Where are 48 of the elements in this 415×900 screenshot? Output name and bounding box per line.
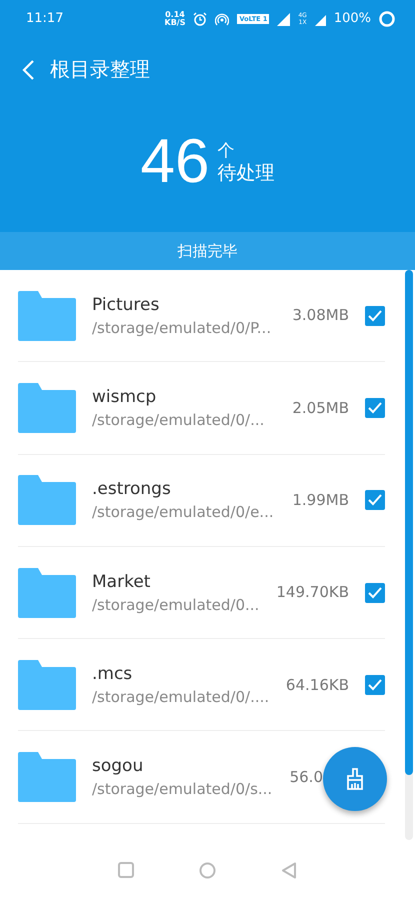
scrollbar[interactable]	[405, 270, 413, 840]
folder-path: /storage/emulated/0/e...	[92, 502, 275, 524]
folder-path: /storage/emulated/0/s...	[92, 779, 274, 800]
clock: 11:17	[26, 10, 64, 28]
alarm-icon	[193, 12, 208, 26]
page-title: 根目录整理	[50, 56, 150, 83]
checkbox[interactable]	[365, 490, 385, 510]
network-speed: 0.14 KB/S	[164, 11, 186, 27]
pending-label: 待处理	[217, 162, 274, 184]
folder-path: /storage/emulated/0...	[92, 594, 260, 616]
battery-percent: 100%	[334, 10, 371, 28]
count-unit: 个	[217, 140, 236, 162]
folder-icon	[18, 290, 76, 341]
folder-path: /storage/emulated/0/....	[92, 686, 270, 708]
folder-name: sogou	[92, 755, 144, 778]
folder-size: 64.16KB	[286, 674, 349, 696]
checkbox[interactable]	[365, 306, 385, 326]
folder-name: .mcs	[92, 662, 134, 686]
folder-size: 1.99MB	[292, 490, 349, 511]
home-button[interactable]	[199, 862, 216, 878]
hotspot-icon	[215, 12, 230, 26]
folder-icon	[18, 660, 76, 710]
folder-size: 149.70KB	[276, 582, 349, 604]
folder-icon	[18, 382, 76, 433]
recents-button[interactable]	[118, 862, 134, 878]
back-nav-button[interactable]	[281, 862, 297, 878]
folder-name: .estrongs	[92, 478, 172, 502]
folder-size: 56.0	[290, 766, 323, 788]
battery-icon	[379, 11, 395, 27]
signal-icon	[277, 12, 290, 26]
folder-path: /storage/emulated/0/...	[92, 410, 266, 431]
folder-name: wismcp	[92, 386, 158, 409]
folder-icon	[18, 475, 76, 526]
checkbox[interactable]	[365, 398, 385, 418]
folder-name: Market	[92, 570, 152, 594]
checkbox[interactable]	[365, 582, 385, 603]
checkbox[interactable]	[365, 674, 385, 695]
folder-icon	[18, 568, 76, 618]
folder-path: /storage/emulated/0/P...	[92, 318, 272, 339]
folder-size: 3.08MB	[292, 305, 349, 326]
pending-count: 46	[140, 131, 210, 193]
folder-size: 2.05MB	[292, 398, 349, 419]
folder-icon	[18, 752, 76, 802]
signal-icon	[314, 12, 326, 26]
clean-button[interactable]	[323, 747, 387, 811]
back-icon	[21, 58, 35, 81]
folder-name: Pictures	[92, 294, 160, 317]
scan-status: 扫描完毕	[178, 240, 238, 262]
